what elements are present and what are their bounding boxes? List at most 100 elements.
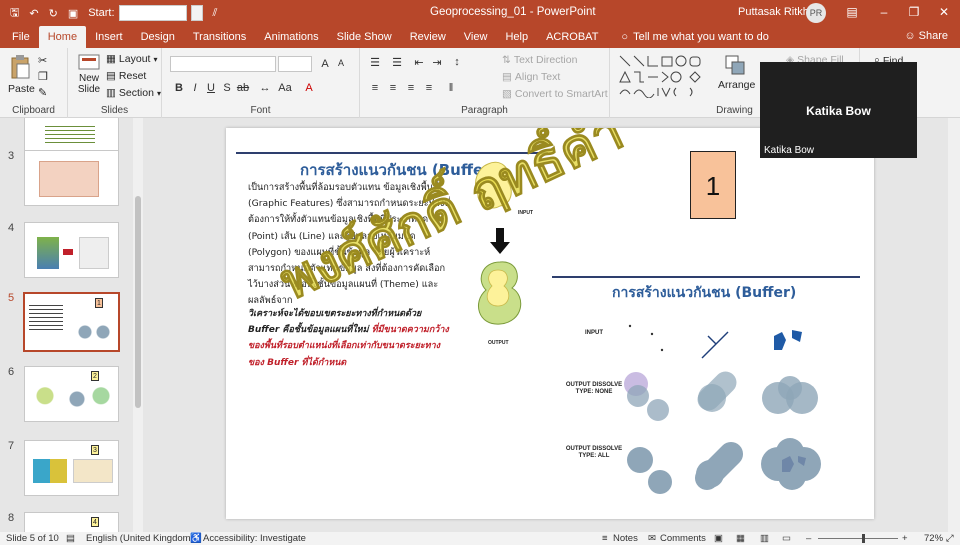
tab-transitions[interactable]: Transitions bbox=[184, 26, 255, 48]
char-spacing-icon[interactable]: ↔ bbox=[258, 82, 272, 94]
bullets-icon[interactable]: ☰ bbox=[368, 56, 382, 69]
copy-icon[interactable]: ❐ bbox=[38, 70, 48, 83]
video-participant-label: Katika Bow bbox=[764, 145, 815, 156]
tab-home[interactable]: Home bbox=[38, 26, 87, 48]
close-icon[interactable]: ✕ bbox=[936, 4, 952, 20]
from-beginning-icon[interactable]: ▣ bbox=[68, 7, 78, 20]
customize-qat-icon[interactable]: ⫽ bbox=[213, 7, 218, 20]
reset-button[interactable]: ▤ Reset bbox=[106, 70, 146, 82]
tab-view[interactable]: View bbox=[455, 26, 497, 48]
undo-icon[interactable]: ↶ bbox=[29, 7, 38, 20]
slide-thumbnail-8[interactable]: 4 bbox=[24, 512, 119, 532]
slide-body-text-2[interactable]: วิเคราะห์จะได้ขอบเขตระยะทางที่กำหนดด้วย … bbox=[248, 306, 454, 371]
convert-smartart-button[interactable]: ▧ Convert to SmartArt bbox=[502, 88, 608, 100]
slide-number-7: 7 bbox=[8, 440, 15, 452]
tab-acrobat[interactable]: ACROBAT bbox=[537, 26, 607, 48]
italic-icon[interactable]: I bbox=[188, 82, 202, 94]
all-points bbox=[627, 447, 672, 494]
qat-start-dropdown[interactable] bbox=[190, 5, 203, 21]
tab-insert[interactable]: Insert bbox=[86, 26, 132, 48]
underline-icon[interactable]: U bbox=[204, 82, 218, 94]
text-direction-button[interactable]: ⇅ Text Direction bbox=[502, 54, 577, 66]
numbering-icon[interactable]: ☰ bbox=[390, 56, 404, 69]
slide-title-top[interactable]: การสร้างแนวกันชน (Buffer) bbox=[300, 158, 497, 182]
current-slide[interactable]: การสร้างแนวกันชน (Buffer) เป็นการสร้างพื… bbox=[226, 128, 874, 519]
format-painter-icon[interactable]: ✎ bbox=[38, 86, 47, 99]
paste-button[interactable]: Paste bbox=[8, 54, 35, 95]
shadow-icon[interactable]: S bbox=[220, 82, 234, 94]
font-color-icon[interactable]: A bbox=[302, 82, 316, 94]
increase-indent-icon[interactable]: ⇥ bbox=[430, 56, 444, 69]
section-icon: ▥ bbox=[106, 87, 116, 99]
slide-title-bottom[interactable]: การสร้างแนวกันชน (Buffer) bbox=[612, 282, 796, 304]
line-spacing-icon[interactable]: ↕ bbox=[450, 56, 464, 68]
avatar[interactable]: PR bbox=[806, 3, 826, 23]
reading-view-icon[interactable]: ▥ bbox=[760, 533, 769, 544]
justify-icon[interactable]: ≡ bbox=[422, 82, 436, 94]
zoom-level[interactable]: 72% bbox=[924, 533, 943, 544]
thumbnail-scroll-thumb[interactable] bbox=[135, 196, 141, 408]
decrease-font-icon[interactable]: A bbox=[334, 58, 348, 68]
tab-file[interactable]: File bbox=[0, 26, 39, 48]
arrange-button[interactable]: Arrange bbox=[718, 54, 755, 91]
thumbnail-scrollbar[interactable] bbox=[133, 118, 143, 532]
slide-scrollbar[interactable] bbox=[948, 118, 960, 532]
align-left-icon[interactable]: ≡ bbox=[368, 82, 382, 94]
new-slide-button[interactable]: New Slide bbox=[76, 54, 102, 95]
zoom-out-icon[interactable]: – bbox=[806, 533, 811, 544]
increase-font-icon[interactable]: A bbox=[318, 58, 332, 70]
normal-view-icon[interactable]: ▣ bbox=[714, 533, 723, 544]
slide-thumbnail-4[interactable] bbox=[24, 222, 119, 278]
thumb-panel bbox=[79, 237, 109, 269]
change-case-icon[interactable]: Aa bbox=[278, 82, 292, 94]
strikethrough-icon[interactable]: ab bbox=[236, 82, 250, 94]
ribbon-display-icon[interactable]: ▤ bbox=[844, 4, 860, 20]
bold-icon[interactable]: B bbox=[172, 82, 186, 94]
font-size-combo[interactable] bbox=[278, 56, 312, 72]
share-button[interactable]: ☺ Share bbox=[904, 30, 948, 42]
row-label-dissolve-all: OUTPUT DISSOLVE TYPE: ALL bbox=[565, 446, 623, 459]
zoom-slider-handle[interactable] bbox=[862, 534, 865, 543]
thumb-maps bbox=[33, 459, 67, 483]
language-status[interactable]: English (United Kingdom) bbox=[86, 533, 194, 544]
tell-me-box[interactable]: ○ Tell me what you want to do bbox=[607, 26, 768, 48]
save-icon[interactable]: 🖫 bbox=[10, 4, 19, 23]
number-box[interactable]: 1 bbox=[690, 151, 736, 219]
redo-icon[interactable]: ↻ bbox=[49, 7, 58, 20]
slide-sorter-icon[interactable]: ▦ bbox=[736, 533, 745, 544]
decrease-indent-icon[interactable]: ⇤ bbox=[412, 56, 426, 69]
tab-animations[interactable]: Animations bbox=[255, 26, 327, 48]
video-overlay[interactable]: Katika Bow Katika Bow bbox=[760, 62, 917, 158]
fit-slide-icon[interactable]: ⤢ bbox=[946, 533, 954, 544]
slide-counter[interactable]: Slide 5 of 10 bbox=[6, 533, 59, 544]
slide-thumbnail-2[interactable] bbox=[24, 118, 119, 154]
tab-review[interactable]: Review bbox=[401, 26, 455, 48]
slide-thumbnail-6[interactable]: 2 bbox=[24, 366, 119, 422]
columns-icon[interactable]: ‖ bbox=[444, 82, 458, 94]
zoom-in-icon[interactable]: + bbox=[902, 533, 908, 544]
align-right-icon[interactable]: ≡ bbox=[404, 82, 418, 94]
align-center-icon[interactable]: ≡ bbox=[386, 82, 400, 94]
shapes-gallery[interactable] bbox=[618, 54, 712, 98]
minimize-icon[interactable]: – bbox=[876, 4, 892, 20]
tab-help[interactable]: Help bbox=[496, 26, 537, 48]
notes-button[interactable]: Notes bbox=[613, 533, 638, 544]
font-name-combo[interactable] bbox=[170, 56, 276, 72]
tab-slide-show[interactable]: Slide Show bbox=[328, 26, 401, 48]
tab-design[interactable]: Design bbox=[132, 26, 184, 48]
qat-start-combo[interactable] bbox=[118, 5, 187, 21]
slideshow-view-icon[interactable]: ▭ bbox=[782, 533, 791, 544]
spelling-icon[interactable]: ▤ bbox=[66, 533, 75, 544]
align-text-button[interactable]: ▤ Align Text bbox=[502, 71, 560, 83]
zoom-slider[interactable] bbox=[818, 538, 898, 539]
accessibility-status[interactable]: Accessibility: Investigate bbox=[203, 533, 306, 544]
comments-button[interactable]: Comments bbox=[660, 533, 706, 544]
section-button[interactable]: ▥ Section ▾ bbox=[106, 87, 161, 99]
cut-icon[interactable]: ✂ bbox=[38, 54, 47, 67]
layout-button[interactable]: ▦ Layout ▾ bbox=[106, 53, 157, 65]
slide-thumbnail-5[interactable]: 1 bbox=[23, 292, 120, 352]
restore-icon[interactable]: ❐ bbox=[906, 4, 922, 20]
slide-thumbnail-7[interactable]: 3 bbox=[24, 440, 119, 496]
slide-thumbnail-3[interactable] bbox=[24, 150, 119, 206]
slide-body-text[interactable]: เป็นการสร้างพื้นที่ล้อมรอบตัวแทน ข้อมูลเ… bbox=[248, 180, 454, 310]
